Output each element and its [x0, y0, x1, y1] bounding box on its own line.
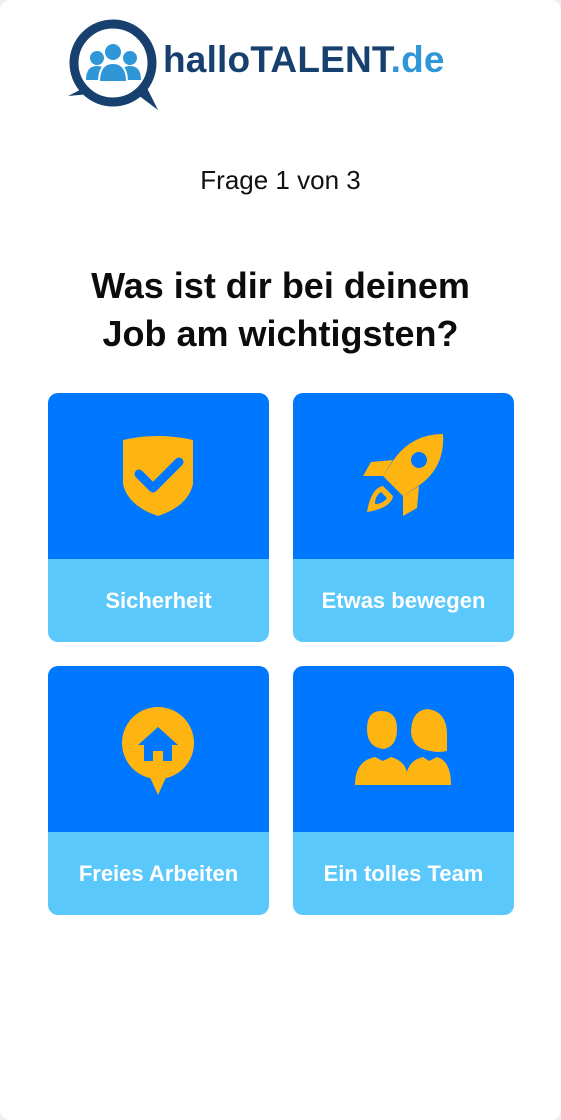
speech-bubble-people-icon: [68, 19, 158, 110]
answer-options: Sicherheit Etwas bewegen Freies Arbeiten…: [48, 393, 514, 916]
option-icon-area: [48, 666, 269, 832]
option-label: Ein tolles Team: [323, 860, 484, 886]
brand-word-talent: TALENT: [250, 39, 391, 80]
option-sicherheit[interactable]: Sicherheit: [48, 393, 269, 642]
option-ein-tolles-team[interactable]: Ein tolles Team: [293, 666, 514, 915]
rocket-icon: [363, 434, 444, 516]
question-line-1: Was ist dir bei deinem: [91, 265, 470, 306]
home-pin-icon: [122, 707, 194, 795]
brand-word-hallo: hallo: [163, 39, 251, 80]
option-label: Etwas bewegen: [321, 587, 486, 613]
quiz-card: halloTALENT.de Frage 1 von 3 Was ist dir…: [0, 0, 561, 1120]
option-label: Sicherheit: [105, 587, 212, 613]
option-label-area: Etwas bewegen: [293, 559, 514, 642]
option-icon-area: [293, 393, 514, 559]
brand-logo: halloTALENT.de: [64, 14, 504, 114]
team-people-icon: [355, 709, 451, 785]
question-line-2: Job am wichtigsten?: [102, 313, 459, 354]
option-icon-area: [293, 666, 514, 832]
option-label-area: Ein tolles Team: [293, 832, 514, 915]
option-freies-arbeiten[interactable]: Freies Arbeiten: [48, 666, 269, 915]
option-icon-area: [48, 393, 269, 559]
brand-word-domain: .de: [390, 39, 445, 80]
option-label-area: Sicherheit: [48, 559, 269, 642]
option-label: Freies Arbeiten: [78, 860, 239, 886]
option-etwas-bewegen[interactable]: Etwas bewegen: [293, 393, 514, 642]
shield-check-icon: [123, 436, 193, 516]
question-title: Was ist dir bei deinem Job am wichtigste…: [30, 262, 531, 358]
question-progress: Frage 1 von 3: [200, 165, 361, 195]
option-label-area: Freies Arbeiten: [48, 832, 269, 915]
brand-wordmark: halloTALENT.de: [163, 38, 445, 82]
